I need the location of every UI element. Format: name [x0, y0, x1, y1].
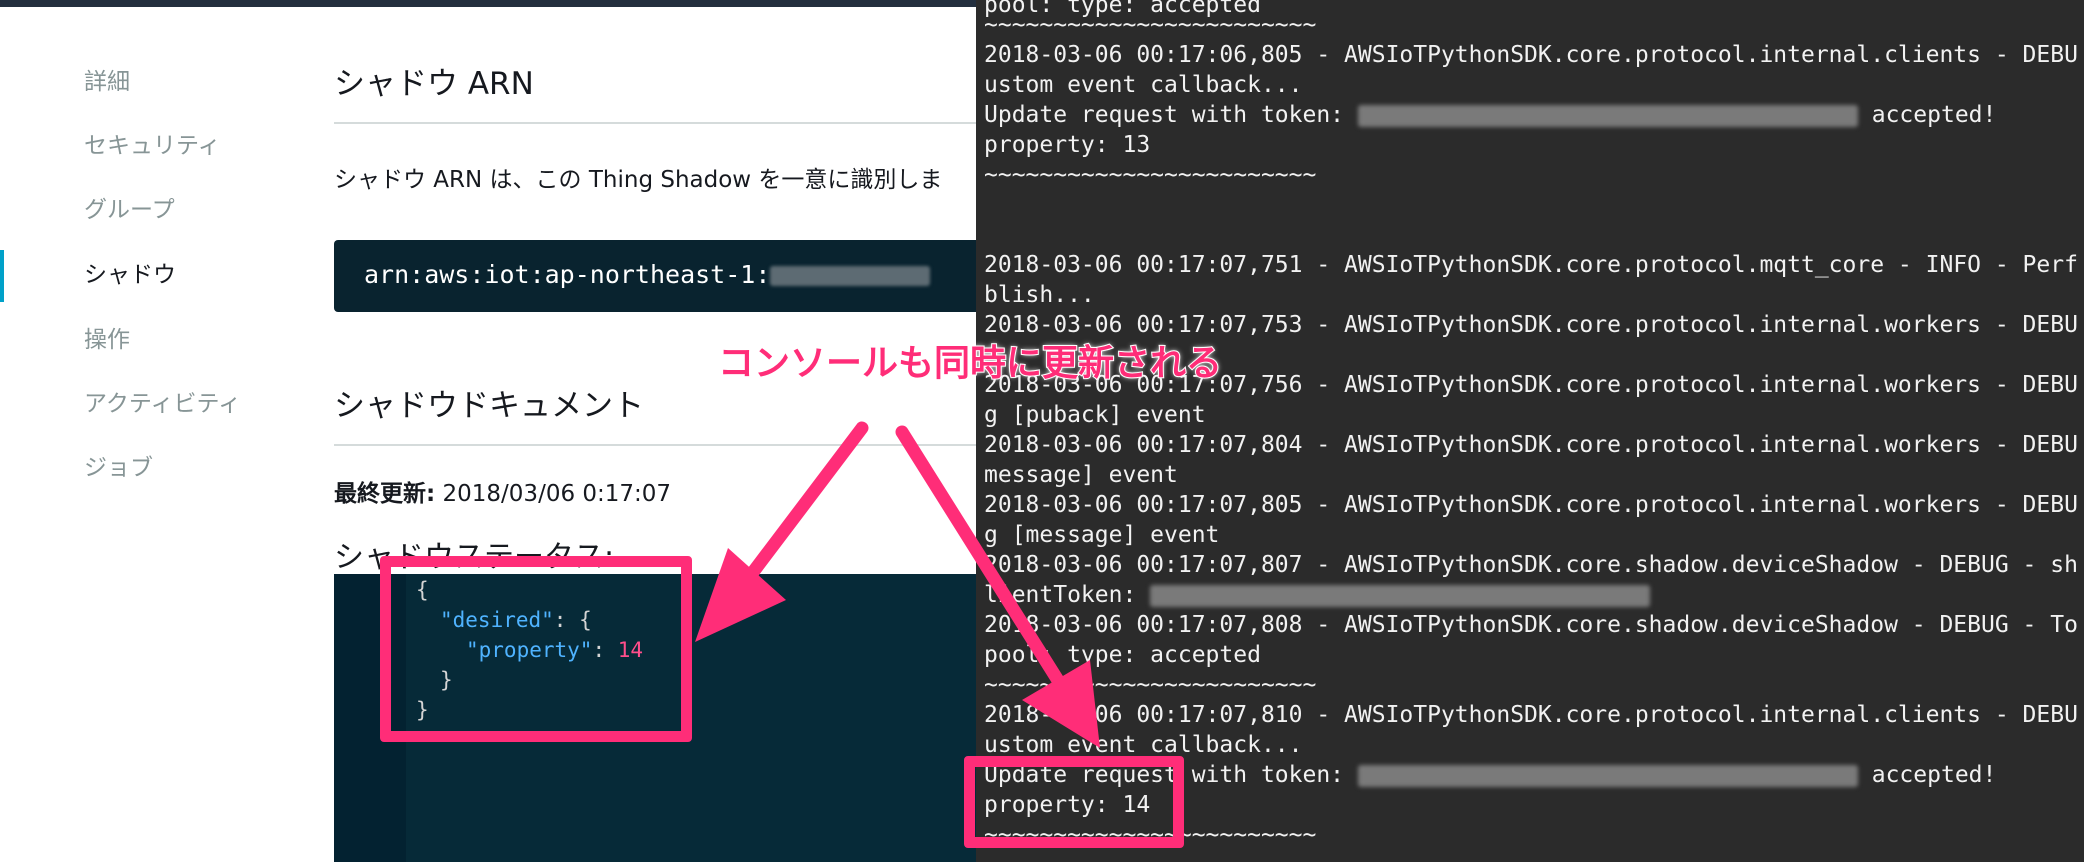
terminal-line: message] event	[984, 462, 1178, 488]
code-text: "property": 14	[466, 638, 643, 662]
redacted-token	[1357, 764, 1858, 787]
code-text: "desired": {	[440, 608, 592, 632]
terminal-line: ~~~~~~~~~~~~~~~~~~~~~~~~	[984, 162, 1317, 188]
sidebar-item-security[interactable]: セキュリティ	[84, 126, 221, 160]
terminal-text: accepted!	[1871, 762, 1997, 788]
terminal-line: ~~~~~~~~~~~~~~~~~~~~~~~~	[984, 672, 1317, 698]
terminal-line: Update request with token: accepted!	[984, 100, 1996, 130]
line-number: 1	[379, 578, 392, 602]
last-updated-label: 最終更新:	[334, 481, 436, 507]
active-nav-indicator	[0, 250, 4, 302]
code-text: }	[416, 698, 429, 722]
terminal-window[interactable]: pool: type: accepted ~~~~~~~~~~~~~~~~~~~…	[976, 0, 2084, 862]
terminal-line: 2018-03-06 00:17:07,810 - AWSIoTPythonSD…	[984, 702, 2078, 728]
terminal-line: ~~~~~~~~~~~~~~~~~~~~~~~~	[984, 822, 1317, 848]
terminal-line: property: 13	[984, 132, 1151, 158]
sidebar-item-shadow[interactable]: シャドウ	[84, 255, 176, 289]
sidebar-item-jobs[interactable]: ジョブ	[84, 448, 153, 482]
arn-value[interactable]: arn:aws:iot:ap-northeast-1:	[364, 260, 931, 289]
terminal-line: 2018-03-06 00:17:07,756 - AWSIoTPythonSD…	[984, 372, 2078, 398]
terminal-line: ~~~~~~~~~~~~~~~~~~~~~~~~	[984, 12, 1317, 38]
arn-description: シャドウ ARN は、この Thing Shadow を一意に識別しま	[334, 167, 943, 193]
divider	[334, 444, 976, 446]
redacted-token	[1150, 584, 1651, 607]
json-key: "property"	[466, 638, 593, 662]
line-number: 4	[379, 668, 392, 692]
line-number: 5	[379, 698, 392, 722]
json-number: 14	[617, 638, 644, 662]
terminal-line: 2018-03-06 00:17:07,753 - AWSIoTPythonSD…	[984, 312, 2078, 338]
terminal-line: 2018-03-06 00:17:06,805 - AWSIoTPythonSD…	[984, 42, 2078, 68]
terminal-text: lientToken:	[984, 582, 1151, 608]
code-text: }	[440, 668, 453, 692]
terminal-line: g [message] event	[984, 522, 1220, 548]
terminal-line: 2018-03-06 00:17:07,807 - AWSIoTPythonSD…	[984, 552, 2078, 578]
document-heading: シャドウドキュメント	[334, 388, 644, 424]
redacted-account-id	[770, 266, 931, 286]
terminal-line: lientToken:	[984, 580, 1651, 610]
last-updated: 最終更新: 2018/03/06 0:17:07	[334, 474, 671, 508]
status-label: シャドウステータス:	[334, 540, 615, 575]
last-updated-value: 2018/03/06 0:17:07	[442, 481, 672, 507]
terminal-line: 2018-03-06 00:17:07,804 - AWSIoTPythonSD…	[984, 432, 2078, 458]
terminal-line: ustom event callback...	[984, 72, 1303, 98]
arn-value-text: arn:aws:iot:ap-northeast-1:	[364, 260, 771, 289]
terminal-text: Update request with token:	[984, 762, 1358, 788]
editor-gutter	[334, 574, 406, 862]
terminal-text: accepted!	[1871, 102, 1997, 128]
sidebar-item-actions[interactable]: 操作	[84, 320, 130, 354]
terminal-line: property: 14	[984, 792, 1151, 818]
terminal-line: Update request with token: accepted!	[984, 760, 1996, 790]
terminal-line: blish...	[984, 282, 1095, 308]
terminal-line: pool: type: accepted	[984, 642, 1261, 668]
terminal-line: 2018-03-06 00:17:07,751 - AWSIoTPythonSD…	[984, 252, 2078, 278]
terminal-line: 2018-03-06 00:17:07,808 - AWSIoTPythonSD…	[984, 612, 2078, 638]
terminal-line: 2018-03-06 00:17:07,805 - AWSIoTPythonSD…	[984, 492, 2078, 518]
json-punct: :	[592, 638, 618, 662]
redacted-token	[1357, 104, 1858, 127]
json-key: "desired"	[440, 608, 554, 632]
terminal-text: Update request with token:	[984, 102, 1358, 128]
terminal-line: ustom event callback...	[984, 732, 1303, 758]
code-text: {	[416, 578, 429, 602]
main-panel: シャドウ ARN シャドウ ARN は、この Thing Shadow を一意に…	[334, 0, 976, 862]
arn-code-box: arn:aws:iot:ap-northeast-1:	[334, 240, 976, 312]
sidebar-item-groups[interactable]: グループ	[84, 190, 175, 224]
terminal-line: g [puback] event	[984, 402, 1206, 428]
sidebar-item-details[interactable]: 詳細	[84, 62, 130, 96]
sidebar-item-activity[interactable]: アクティビティ	[84, 384, 241, 418]
shadow-json-editor[interactable]: 1 { 2 "desired": { 3 "property": 14 4 } …	[334, 574, 976, 862]
arn-heading: シャドウ ARN	[334, 66, 534, 102]
line-number: 3	[379, 638, 392, 662]
json-punct: : {	[553, 608, 592, 632]
line-number: 2	[379, 608, 392, 632]
divider	[334, 122, 976, 124]
